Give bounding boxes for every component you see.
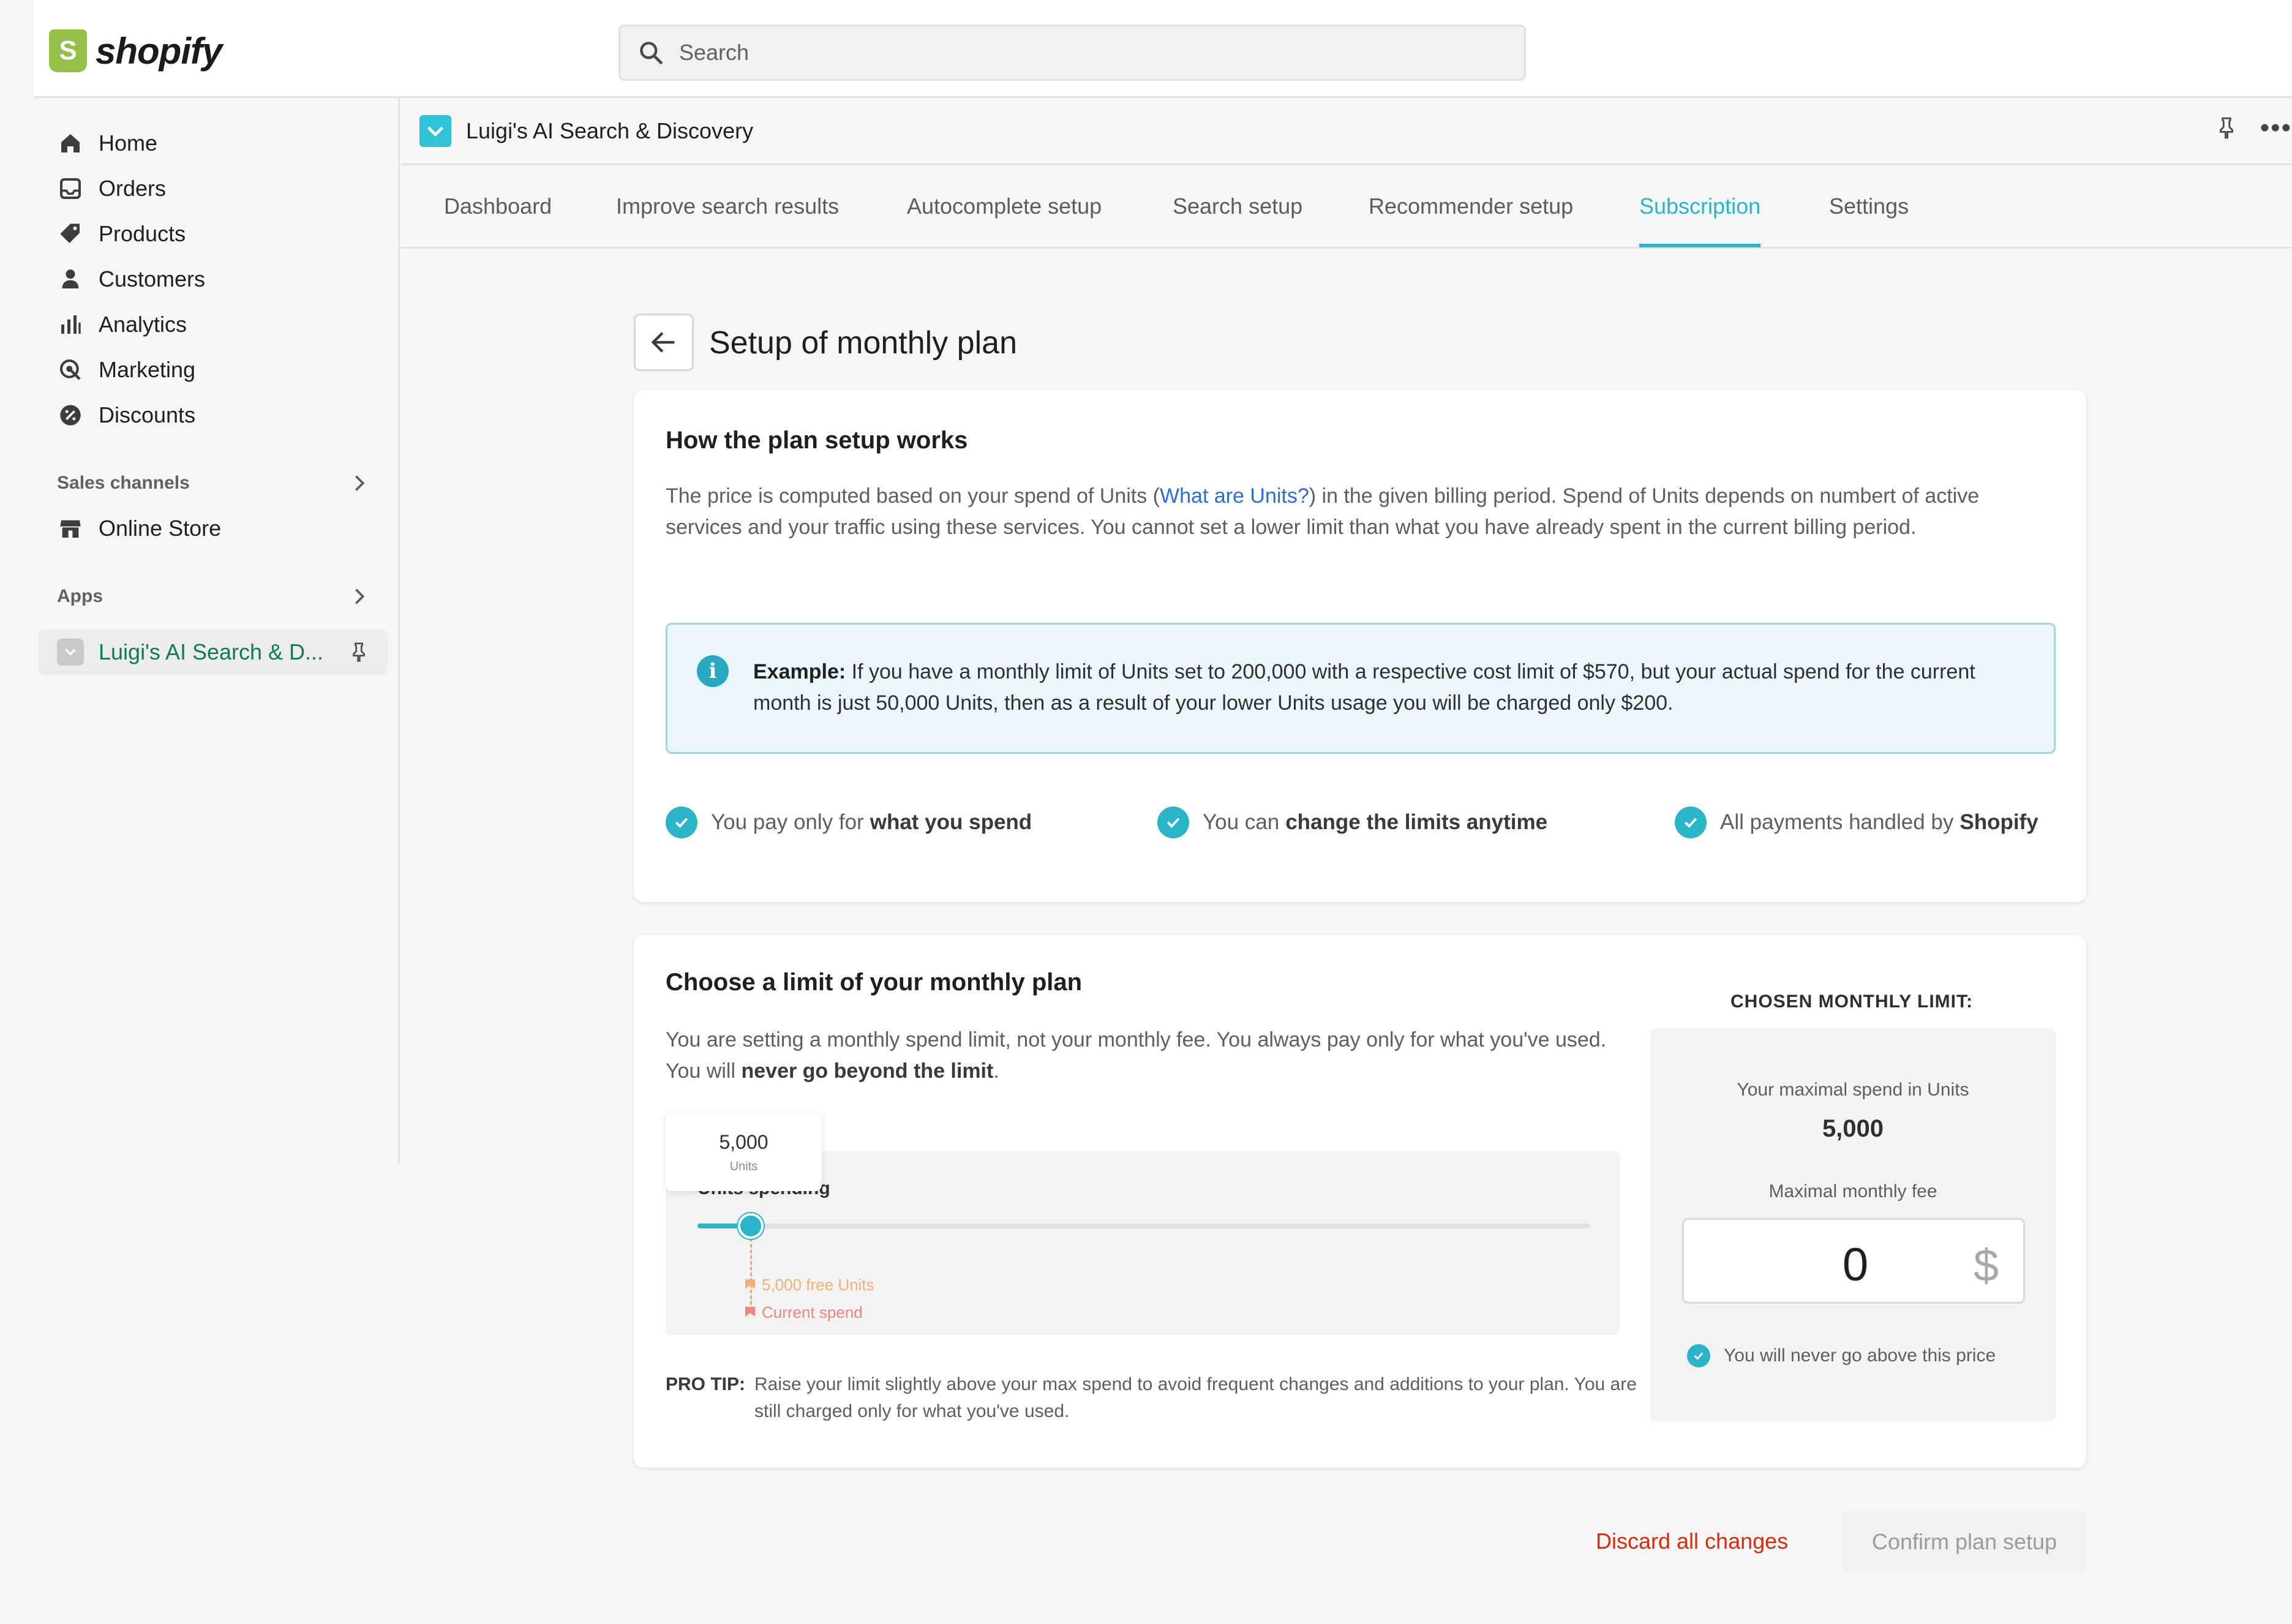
free-units-marker-icon <box>745 1279 755 1289</box>
slider-handle[interactable] <box>738 1213 764 1239</box>
app-header: Luigi's AI Search & Discovery ••• <box>401 98 2292 165</box>
sidebar-item-home[interactable]: Home <box>57 124 157 162</box>
feature-payments-shopify: All payments handled by Shopify <box>1675 806 2038 838</box>
chevron-right-icon[interactable] <box>349 586 370 607</box>
slider-track[interactable] <box>697 1224 1590 1228</box>
info-icon: i <box>697 655 729 687</box>
chevron-right-icon[interactable] <box>349 473 370 494</box>
max-fee-input[interactable]: 0 $ <box>1682 1218 2025 1304</box>
sidebar-item-label: Orders <box>99 176 167 201</box>
sidebar-item-label: Customers <box>99 266 206 291</box>
bar-chart-icon <box>57 311 84 338</box>
tooltip-value: 5,000 <box>719 1131 768 1153</box>
pin-icon[interactable] <box>348 642 369 663</box>
check-circle-icon <box>1675 806 1707 838</box>
apps-label: Apps <box>57 586 103 606</box>
tab-recommender-setup[interactable]: Recommender setup <box>1369 194 1573 219</box>
sidebar-item-luigis-app[interactable]: Luigi's AI Search & D... <box>39 630 388 675</box>
pro-tip: PRO TIP: Raise your limit slightly above… <box>666 1371 1645 1425</box>
currency-symbol: $ <box>1973 1240 1999 1291</box>
sidebar-item-analytics[interactable]: Analytics <box>57 306 187 344</box>
tab-dashboard[interactable]: Dashboard <box>444 194 552 219</box>
page-title: Setup of monthly plan <box>709 325 1017 361</box>
slider-value-tooltip: 5,000 Units <box>666 1113 822 1191</box>
what-are-units-link[interactable]: What are Units? <box>1160 484 1309 508</box>
feature-pay-only-spend: You pay only for what you spend <box>666 806 1032 838</box>
tab-settings[interactable]: Settings <box>1829 194 1909 219</box>
sidebar-item-orders[interactable]: Orders <box>57 170 166 208</box>
discard-changes-button[interactable]: Discard all changes <box>1596 1528 1788 1554</box>
max-fee-label: Maximal monthly fee <box>1768 1181 1937 1201</box>
top-bar: S shopify <box>34 0 2292 98</box>
app-icon <box>57 639 84 666</box>
sidebar-item-label: Online Store <box>99 516 222 541</box>
sidebar-item-customers[interactable]: Customers <box>57 260 205 298</box>
pro-tip-label: PRO TIP: <box>666 1374 746 1394</box>
sidebar-item-discounts[interactable]: Discounts <box>57 396 195 434</box>
limit-card: Choose a limit of your monthly plan You … <box>634 935 2086 1468</box>
example-callout: i Example: If you have a monthly limit o… <box>666 623 2056 754</box>
sales-channels-label: Sales channels <box>57 473 190 493</box>
search-bar[interactable] <box>618 24 1526 81</box>
max-units-value: 5,000 <box>1822 1115 1884 1142</box>
sidebar-item-marketing[interactable]: Marketing <box>57 351 195 389</box>
search-input[interactable] <box>678 39 1474 66</box>
more-options-icon[interactable]: ••• <box>2260 115 2292 141</box>
free-units-marker-label: 5,000 free Units <box>762 1276 874 1294</box>
shopify-bag-icon: S <box>49 29 87 72</box>
sidebar-item-products[interactable]: Products <box>57 215 186 253</box>
sidebar-item-label: Luigi's AI Search & D... <box>99 639 324 664</box>
home-icon <box>57 130 84 157</box>
confirm-plan-button[interactable]: Confirm plan setup <box>1842 1511 2087 1573</box>
sidebar-item-label: Analytics <box>99 312 187 337</box>
check-circle-icon <box>1687 1344 1710 1367</box>
example-text: Example: If you have a monthly limit of … <box>753 660 1975 715</box>
arrow-left-icon <box>651 332 675 353</box>
app-title: Luigi's AI Search & Discovery <box>466 118 754 143</box>
tab-autocomplete-setup[interactable]: Autocomplete setup <box>907 194 1102 219</box>
sidebar-item-label: Discounts <box>99 402 196 427</box>
sidebar-item-label: Products <box>99 221 186 246</box>
current-spend-marker-label: Current spend <box>762 1303 863 1321</box>
tab-subscription[interactable]: Subscription <box>1639 194 1761 247</box>
chosen-limit-panel: Your maximal spend in Units 5,000 Maxima… <box>1650 1028 2056 1421</box>
discount-icon <box>57 402 84 429</box>
shopify-logo[interactable]: S shopify <box>49 29 222 72</box>
marker-line <box>750 1238 752 1310</box>
how-it-works-text: The price is computed based on your spen… <box>666 484 1980 539</box>
max-units-label: Your maximal spend in Units <box>1737 1080 1969 1100</box>
plan-info-card: How the plan setup works The price is co… <box>634 390 2086 902</box>
back-button[interactable] <box>634 314 694 371</box>
tab-bar: Dashboard Improve search results Autocom… <box>401 167 2292 249</box>
current-spend-marker-icon <box>745 1307 755 1317</box>
store-icon <box>57 515 84 542</box>
orders-icon <box>57 175 84 202</box>
sidebar-item-label: Marketing <box>99 357 196 382</box>
luigis-logo-icon <box>419 115 451 147</box>
limit-description: You are setting a monthly spend limit, n… <box>666 1028 1607 1083</box>
never-above-note: You will never go above this price <box>1687 1344 1996 1367</box>
search-icon <box>640 42 663 64</box>
tab-search-setup[interactable]: Search setup <box>1173 194 1302 219</box>
limit-title: Choose a limit of your monthly plan <box>666 969 1083 996</box>
tooltip-unit: Units <box>729 1160 758 1173</box>
sidebar: Home Orders Products Customers Analytics… <box>34 98 400 1163</box>
target-icon <box>57 356 84 383</box>
how-it-works-title: How the plan setup works <box>666 427 968 454</box>
brand-name: shopify <box>96 30 222 72</box>
pro-tip-text: Raise your limit slightly above your max… <box>754 1374 1637 1421</box>
sidebar-item-online-store[interactable]: Online Store <box>57 509 221 547</box>
chosen-limit-title: CHOSEN MONTHLY LIMIT: <box>1730 991 1973 1012</box>
tab-improve-search-results[interactable]: Improve search results <box>616 194 839 219</box>
feature-change-limits: You can change the limits anytime <box>1157 806 1547 838</box>
check-circle-icon <box>1157 806 1189 838</box>
sidebar-item-label: Home <box>99 130 158 156</box>
check-circle-icon <box>666 806 697 838</box>
tag-icon <box>57 220 84 247</box>
pin-icon[interactable] <box>2215 116 2238 140</box>
person-icon <box>57 266 84 293</box>
